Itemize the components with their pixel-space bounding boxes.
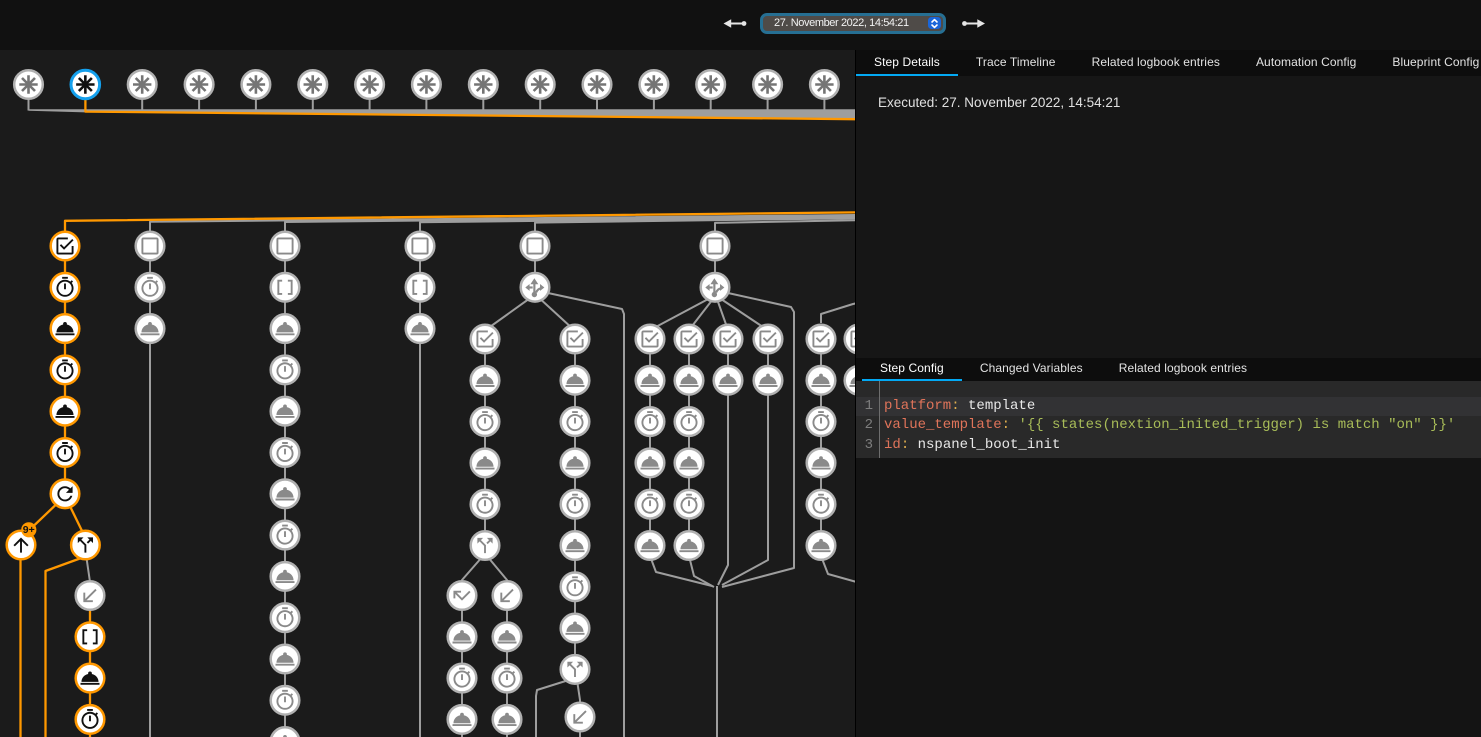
svg-text:9+: 9+ — [23, 524, 35, 536]
